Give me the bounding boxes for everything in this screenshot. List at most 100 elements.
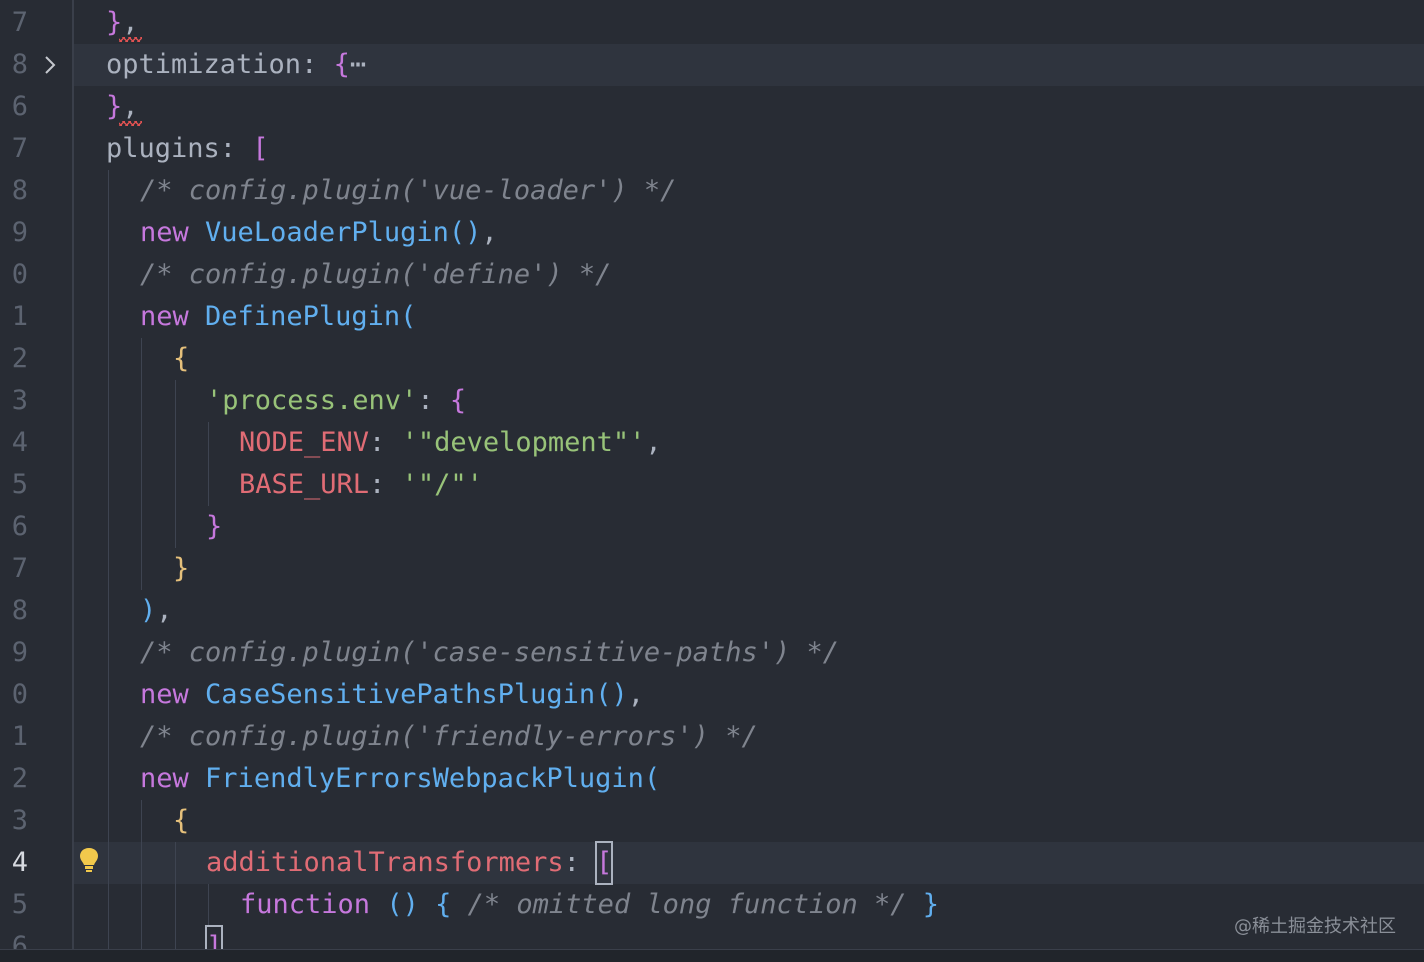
brace: } — [206, 511, 223, 542]
parens: () — [448, 217, 482, 248]
code-line[interactable]: new CaseSensitivePathsPlugin(), — [140, 674, 644, 716]
line-number: 5 — [11, 469, 28, 500]
indent-guide — [141, 800, 142, 950]
paren: ) — [140, 595, 157, 626]
class-name: FriendlyErrorsWebpackPlugin — [205, 763, 644, 794]
line-number: 1 — [11, 301, 28, 332]
code-line[interactable]: ), — [140, 590, 173, 632]
comment: /* config.plugin('case-sensitive-paths')… — [140, 637, 839, 668]
horizontal-scrollbar[interactable] — [0, 949, 1424, 962]
comma: , — [481, 217, 498, 248]
comma: , — [156, 595, 173, 626]
indent-guide — [208, 884, 209, 926]
line-number: 9 — [11, 217, 28, 248]
line-number: 2 — [11, 763, 28, 794]
code-line[interactable]: plugins: [ — [106, 128, 269, 170]
brace: { — [449, 385, 467, 416]
indent-guide — [141, 338, 142, 590]
colon: : — [417, 385, 450, 416]
line-number: 6 — [11, 511, 28, 542]
keyword: new — [140, 763, 189, 794]
colon: : — [563, 847, 597, 878]
code-line[interactable]: }, — [106, 86, 142, 128]
code-line-folded[interactable]: optimization: {⋯ — [106, 44, 366, 86]
bracket: [ — [252, 133, 269, 164]
code-line[interactable]: BASE_URL: '"/"' — [239, 464, 483, 506]
property-key: NODE_ENV — [239, 427, 370, 458]
line-number: 4 — [11, 427, 28, 458]
line-number: 9 — [11, 637, 28, 668]
comment: /* config.plugin('define') */ — [140, 259, 612, 290]
brace: { — [173, 805, 190, 836]
line-number: 8 — [11, 175, 28, 206]
brace: { — [173, 343, 190, 374]
line-number: 2 — [11, 343, 28, 374]
code-line[interactable]: } — [206, 506, 222, 548]
code-line[interactable]: new DefinePlugin( — [140, 296, 416, 338]
code-line[interactable]: new FriendlyErrorsWebpackPlugin( — [140, 758, 660, 800]
code-line[interactable]: /* config.plugin('vue-loader') */ — [140, 170, 676, 212]
code-line[interactable]: /* config.plugin('friendly-errors') */ — [140, 716, 758, 758]
line-number: 3 — [11, 385, 28, 416]
line-number-gutter[interactable]: 7 8 6 7 8 9 0 1 2 3 4 5 6 7 8 9 0 1 2 3 … — [0, 0, 72, 962]
property-key: plugins — [106, 133, 220, 164]
parens: () — [386, 889, 419, 920]
code-line[interactable]: function () { /* omitted long function *… — [240, 884, 939, 926]
line-number-active: 4 — [11, 847, 28, 878]
code-line[interactable]: { — [173, 800, 189, 842]
comment: /* config.plugin('vue-loader') */ — [140, 175, 677, 206]
comma: , — [627, 679, 644, 710]
watermark: @稀土掘金技术社区 — [1234, 916, 1396, 937]
paren: ( — [400, 301, 417, 332]
keyword: new — [140, 679, 189, 710]
class-name: VueLoaderPlugin — [205, 217, 449, 248]
code-line[interactable]: /* config.plugin('define') */ — [140, 254, 611, 296]
class-name: DefinePlugin — [205, 301, 401, 332]
code-line[interactable]: /* config.plugin('case-sensitive-paths')… — [140, 632, 839, 674]
code-line[interactable]: } — [173, 548, 189, 590]
line-number: 7 — [11, 553, 28, 584]
line-number: 0 — [11, 679, 28, 710]
colon: : — [301, 49, 334, 80]
keyword: new — [140, 301, 189, 332]
brace: } — [173, 553, 190, 584]
indent-guide — [208, 422, 209, 506]
code-line[interactable]: }, — [106, 2, 142, 44]
error-squiggle: , — [119, 86, 142, 128]
line-number: 5 — [11, 889, 28, 920]
line-number: 7 — [11, 7, 28, 38]
comma: , — [645, 427, 662, 458]
line-number: 8 — [11, 49, 28, 80]
string-key: 'process.env' — [206, 385, 418, 416]
indent-guide — [108, 170, 109, 950]
brace: } — [106, 91, 123, 122]
brace: } — [106, 7, 123, 38]
chevron-right-icon[interactable] — [38, 44, 62, 86]
code-line[interactable]: new VueLoaderPlugin(), — [140, 212, 498, 254]
fold-ellipsis[interactable]: ⋯ — [350, 49, 366, 80]
line-number: 6 — [11, 91, 28, 122]
class-name: CaseSensitivePathsPlugin — [205, 679, 596, 710]
comment: /* config.plugin('friendly-errors') */ — [140, 721, 758, 752]
matched-bracket: [ — [595, 841, 614, 885]
code-line[interactable]: 'process.env': { — [206, 380, 466, 422]
colon: : — [369, 469, 402, 500]
error-squiggle: , — [119, 2, 142, 44]
line-number: 8 — [11, 595, 28, 626]
lightbulb-icon[interactable] — [76, 842, 102, 884]
code-line[interactable]: NODE_ENV: '"development"', — [239, 422, 662, 464]
code-editor[interactable]: 7 8 6 7 8 9 0 1 2 3 4 5 6 7 8 9 0 1 2 3 … — [0, 0, 1424, 962]
parens: () — [595, 679, 628, 710]
colon: : — [219, 133, 253, 164]
brace: { — [333, 49, 350, 80]
keyword: new — [140, 217, 189, 248]
line-number: 0 — [11, 259, 28, 290]
paren: ( — [643, 763, 661, 794]
code-line[interactable]: { — [173, 338, 189, 380]
code-line-active[interactable]: additionalTransformers: [ — [206, 841, 614, 885]
